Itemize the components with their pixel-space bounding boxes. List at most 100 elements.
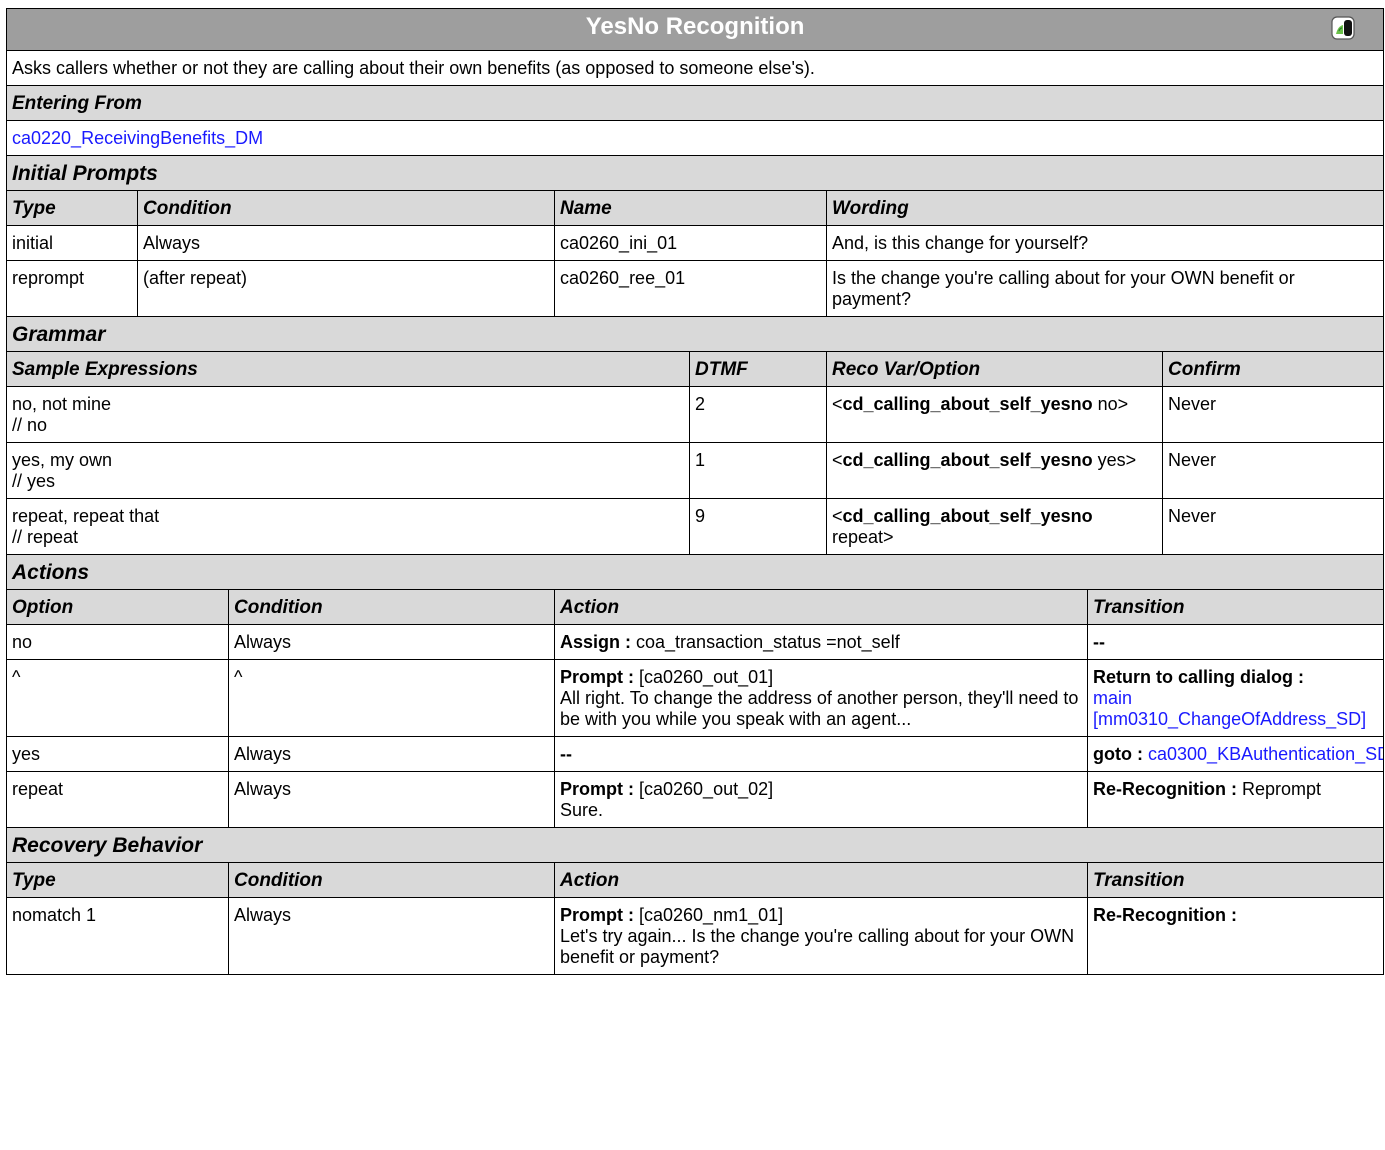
actions-columns: Option Condition Action Transition: [6, 589, 1385, 625]
table-row: yes, my own// yes 1 <cd_calling_about_se…: [6, 442, 1385, 499]
table-row: repeat, repeat that// repeat 9 <cd_calli…: [6, 498, 1385, 555]
transition-text: Reprompt: [1237, 779, 1322, 799]
title-bar: YesNo Recognition: [5, 8, 1385, 51]
action-text: [ca0260_nm1_01]: [634, 905, 784, 925]
grammar-columns: Sample Expressions DTMF Reco Var/Option …: [6, 351, 1385, 387]
action-label: Assign :: [560, 632, 632, 652]
table-row: no, not mine// no 2 <cd_calling_about_se…: [6, 386, 1385, 443]
recovery-type: nomatch 1: [6, 897, 229, 975]
reco-var-name: cd_calling_about_self_yesno: [842, 450, 1093, 470]
reco-var-open: <: [832, 506, 843, 526]
column-header: Condition: [137, 190, 555, 226]
page-title: YesNo Recognition: [585, 13, 805, 40]
action-label: --: [554, 736, 1088, 772]
column-header: Reco Var/Option: [826, 351, 1163, 387]
action-label: Prompt :: [560, 905, 634, 925]
entering-from-row: ca0220_ReceivingBenefits_DM: [5, 120, 1385, 156]
entering-from-header: Entering From: [5, 85, 1385, 121]
recovery-heading: Recovery Behavior: [5, 827, 1385, 863]
confirm-value: Never: [1161, 386, 1385, 443]
action-text: [ca0260_out_01]: [634, 667, 774, 687]
entering-from-link[interactable]: ca0220_ReceivingBenefits_DM: [12, 128, 263, 148]
column-header: Name: [554, 190, 827, 226]
transition-link-change-of-address[interactable]: [mm0310_ChangeOfAddress_SD]: [1093, 709, 1366, 729]
reco-var-value: yes>: [1092, 450, 1137, 470]
action-condition: Always: [228, 624, 555, 660]
transition-label: Re-Recognition :: [1093, 779, 1237, 799]
recovery-condition: Always: [228, 897, 555, 975]
reco-var-name: cd_calling_about_self_yesno: [842, 506, 1093, 526]
prompt-wording: And, is this change for yourself?: [825, 225, 1385, 261]
prompt-condition: (after repeat): [137, 260, 555, 317]
column-header: Action: [554, 589, 1088, 625]
table-row: reprompt (after repeat) ca0260_ree_01 Is…: [6, 260, 1385, 317]
grammar-header: Grammar: [5, 316, 1385, 352]
description: Asks callers whether or not they are cal…: [5, 50, 1385, 86]
column-header: Condition: [228, 589, 555, 625]
sample-expression: no, not mine: [12, 394, 112, 414]
table-row: no Always Assign : coa_transaction_statu…: [6, 624, 1385, 660]
actions-header: Actions: [5, 554, 1385, 590]
confirm-value: Never: [1161, 442, 1385, 499]
action-condition: ^: [228, 659, 555, 737]
table-row: ^ ^ Prompt : [ca0260_out_01] All right. T…: [6, 659, 1385, 737]
column-header: Wording: [825, 190, 1385, 226]
prompt-type: reprompt: [6, 260, 138, 317]
column-header: Type: [6, 862, 229, 898]
confirm-value: Never: [1161, 498, 1385, 555]
transition-link-kb-authentication[interactable]: ca0300_KBAuthentication_SD: [1148, 744, 1383, 764]
action-option: no: [6, 624, 229, 660]
sample-expression: yes, my own: [12, 450, 113, 470]
column-header: Sample Expressions: [6, 351, 690, 387]
speech-recognition-icon: [1331, 16, 1355, 40]
action-option: yes: [6, 736, 229, 772]
reco-var-value: no>: [1092, 394, 1129, 414]
action-label: Prompt :: [560, 667, 634, 687]
prompt-wording: Let's try again... Is the change you're …: [560, 926, 1075, 967]
prompt-wording: Is the change you're calling about for y…: [825, 260, 1385, 317]
reco-var-open: <: [832, 394, 843, 414]
column-header: Option: [6, 589, 229, 625]
transition-label: goto :: [1093, 744, 1143, 764]
entering-from-heading: Entering From: [5, 85, 1385, 121]
action-condition: Always: [228, 736, 555, 772]
table-row: repeat Always Prompt : [ca0260_out_02] Su…: [6, 771, 1385, 828]
sample-expression-comment: // no: [12, 415, 48, 435]
table-row: yes Always -- goto : ca0300_KBAuthentica…: [6, 736, 1385, 772]
recovery-header: Recovery Behavior: [5, 827, 1385, 863]
table-row: initial Always ca0260_ini_01 And, is thi…: [6, 225, 1385, 261]
prompt-type: initial: [6, 225, 138, 261]
actions-heading: Actions: [5, 554, 1385, 590]
grammar-heading: Grammar: [5, 316, 1385, 352]
column-header: Condition: [228, 862, 555, 898]
transition-link-main[interactable]: main: [1093, 688, 1132, 708]
action-option: ^: [6, 659, 229, 737]
transition-label: --: [1086, 624, 1385, 660]
sample-expression-comment: // yes: [12, 471, 56, 491]
sample-expression: repeat, repeat that: [12, 506, 160, 526]
description-row: Asks callers whether or not they are cal…: [5, 50, 1385, 86]
dialog-spec-table: YesNo Recognition Asks callers whether o…: [5, 8, 1385, 975]
dtmf-value: 1: [689, 442, 827, 499]
action-condition: Always: [228, 771, 555, 828]
action-text: [ca0260_out_02]: [634, 779, 774, 799]
dtmf-value: 9: [689, 498, 827, 555]
action-option: repeat: [6, 771, 229, 828]
column-header: Action: [554, 862, 1088, 898]
initial-prompts-heading: Initial Prompts: [5, 155, 1385, 191]
column-header: Transition: [1086, 862, 1385, 898]
reco-var-name: cd_calling_about_self_yesno: [842, 394, 1093, 414]
prompt-wording: All right. To change the address of anot…: [560, 688, 1079, 729]
column-header: Transition: [1086, 589, 1385, 625]
reco-var-open: <: [832, 450, 843, 470]
prompt-condition: Always: [137, 225, 555, 261]
dtmf-value: 2: [689, 386, 827, 443]
initial-prompts-columns: Type Condition Name Wording: [6, 190, 1385, 226]
transition-label: Re-Recognition :: [1086, 897, 1385, 975]
prompt-name: ca0260_ini_01: [554, 225, 827, 261]
prompt-name: ca0260_ree_01: [554, 260, 827, 317]
column-header: Confirm: [1161, 351, 1385, 387]
recovery-columns: Type Condition Action Transition: [6, 862, 1385, 898]
column-header: Type: [6, 190, 138, 226]
sample-expression-comment: // repeat: [12, 527, 79, 547]
